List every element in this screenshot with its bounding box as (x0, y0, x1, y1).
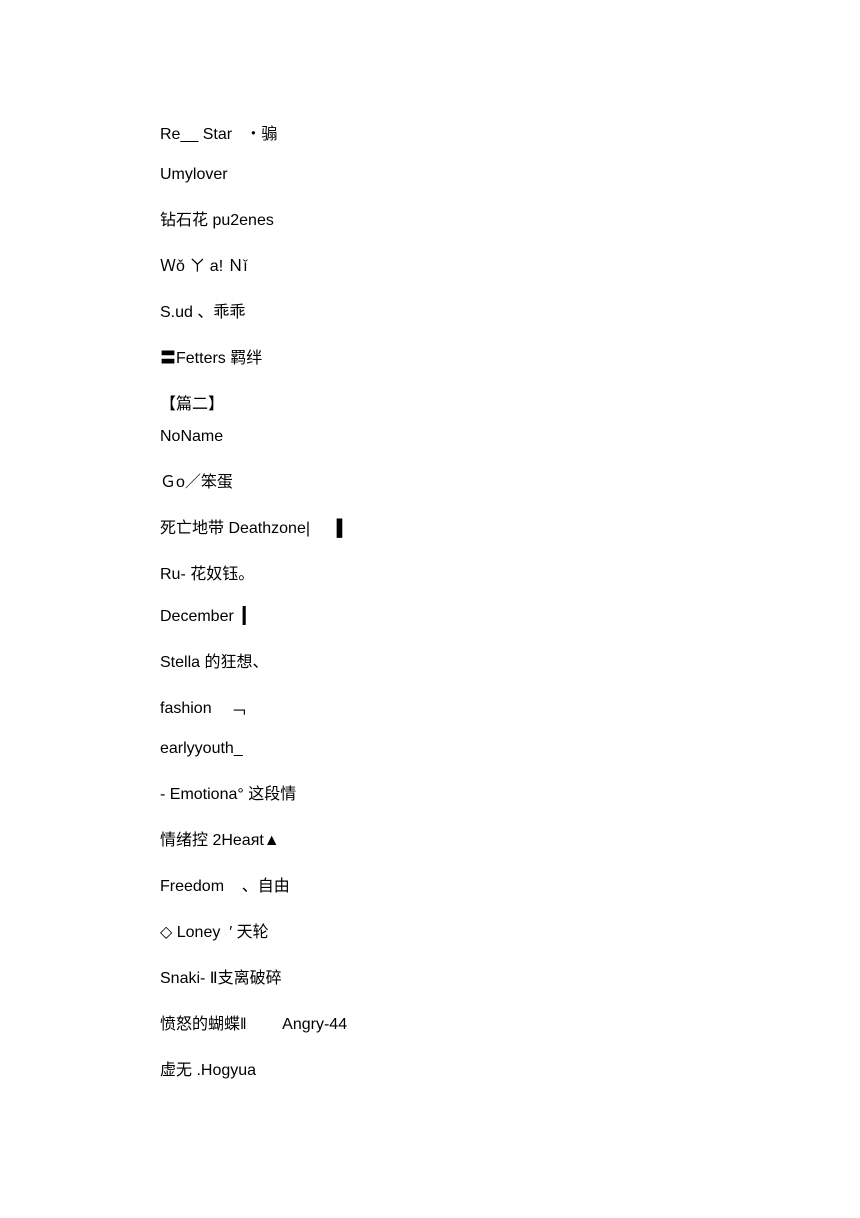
text-line: Snaki- Ⅱ支离破碎 (160, 964, 710, 988)
text-line: earlyyouth_ (160, 740, 710, 758)
text-line: Stella 的狂想、 (160, 648, 710, 672)
text-line: Ru- 花奴钰。 (160, 560, 710, 584)
document-page: Re__ Star ・骟 Umylover 钻石花 pu2enes Ｗǒ ㄚ a… (0, 0, 710, 1080)
text-line: ◇ Loney ′ 天轮 (160, 918, 710, 942)
text-line: S.ud 、乖乖 (160, 298, 710, 322)
text-line: 死亡地带 Deathzone| ▌ (160, 514, 710, 538)
text-line: 愤怒的蝴蝶‖ Angry-44 (160, 1010, 710, 1034)
text-line: Ｇo／笨蛋 (160, 468, 710, 492)
text-line: Freedom 、自由 (160, 872, 710, 896)
text-line: Ｗǒ ㄚ a! Ｎǐ (160, 252, 710, 276)
text-line: Re__ Star ・骟 (160, 120, 710, 144)
text-line: 〓Fetters 羁绊 (160, 344, 710, 368)
section-heading: 【篇二】 (160, 390, 710, 414)
text-line: Umylover (160, 166, 710, 184)
text-line: 情绪控 2Нeаᴙt▲ (160, 826, 710, 850)
text-line: 钻石花 pu2enes (160, 206, 710, 230)
text-line: - Emotiona° 这段情 (160, 780, 710, 804)
text-line: NoName (160, 428, 710, 446)
text-line: December ▎ (160, 606, 710, 626)
text-line: fashion ﹁ (160, 694, 710, 718)
text-line: 虚无 .Hogyua (160, 1056, 710, 1080)
